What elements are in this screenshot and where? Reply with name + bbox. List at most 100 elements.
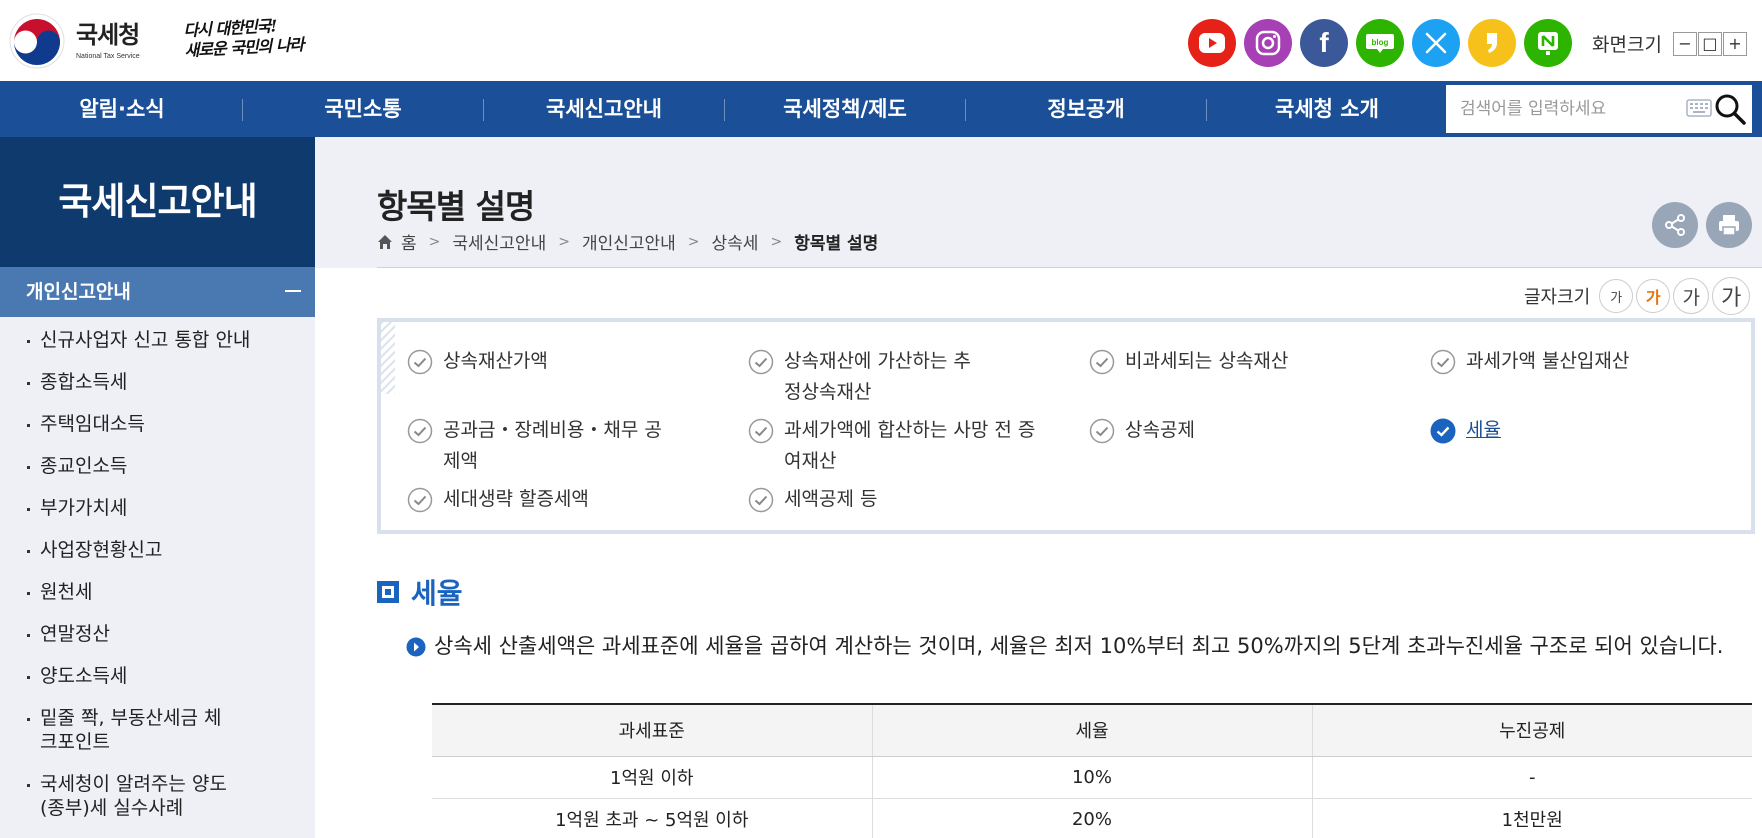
tab-funeral-debt-deduction[interactable]: 공과금・장례비용・채무 공제액 xyxy=(407,415,707,477)
tab-label: 상속재산가액 xyxy=(443,350,548,372)
sns-links: f blog xyxy=(1188,19,1580,67)
sidebar-item-capital-gains[interactable]: 양도소득세 xyxy=(0,664,315,688)
section-description: 상속세 산출세액은 과세표준에 세율을 곱하여 계산하는 것이며, 세율은 최저… xyxy=(406,631,1746,662)
tab-prior-gift-property[interactable]: 과세가액에 합산하는 사망 전 증여재산 xyxy=(748,415,1048,477)
gnb-item-communication[interactable]: 국민소통 xyxy=(243,81,483,137)
screen-size-control: 화면크기 − □ + xyxy=(1592,30,1747,57)
table-row: 1억원 초과 ~ 5억원 이하 20% 1천만원 xyxy=(432,798,1752,838)
sidebar-item-income-tax[interactable]: 종합소득세 xyxy=(0,370,315,394)
check-circle-icon xyxy=(748,487,774,513)
tab-inheritance-property-value[interactable]: 상속재산가액 xyxy=(407,346,707,377)
check-circle-icon xyxy=(748,349,774,375)
collapse-icon[interactable] xyxy=(285,290,301,292)
tab-tax-credit[interactable]: 세액공제 등 xyxy=(748,484,1048,515)
gnb-item-disclosure[interactable]: 정보공개 xyxy=(966,81,1206,137)
header-divider xyxy=(377,267,1762,268)
top-header: 국세청 National Tax Service 다시 대한민국! 새로운 국민… xyxy=(0,0,1762,81)
table-row: 1억원 이하 10% - xyxy=(432,756,1752,799)
sidebar-item-business-status[interactable]: 사업장현황신고 xyxy=(0,538,315,562)
zoom-reset-button[interactable]: □ xyxy=(1697,31,1722,56)
chevron-right-icon: > xyxy=(770,233,783,250)
virtual-keyboard-icon[interactable] xyxy=(1686,99,1712,117)
kakao-story-icon[interactable] xyxy=(1468,19,1516,67)
tab-presumed-inheritance-property[interactable]: 상속재산에 가산하는 추정상속재산 xyxy=(748,346,1048,408)
font-size-small-button[interactable]: 가 xyxy=(1599,279,1634,313)
sidebar-item-mistake-cases[interactable]: 국세청이 알려주는 양도(종부)세 실수사례 xyxy=(0,772,260,820)
description-text: 상속세 산출세액은 과세표준에 세율을 곱하여 계산하는 것이며, 세율은 최저… xyxy=(434,634,1724,658)
font-size-label: 글자크기 xyxy=(1524,287,1591,308)
print-button[interactable] xyxy=(1706,202,1752,248)
font-size-control: 글자크기 가 가 가 가 xyxy=(1524,277,1751,315)
sidebar-item-year-end[interactable]: 연말정산 xyxy=(0,622,315,646)
sidebar-category-personal[interactable]: 개인신고안내 xyxy=(0,267,315,317)
tab-label: 과세가액 불산입재산 xyxy=(1466,350,1630,372)
sidebar-item-religious-income[interactable]: 종교인소득 xyxy=(0,454,315,478)
tab-label: 상속공제 xyxy=(1125,419,1195,441)
tab-label: 공과금・장례비용・채무 공제액 xyxy=(443,419,662,472)
share-button[interactable] xyxy=(1652,202,1698,248)
breadcrumb-item[interactable]: 개인신고안내 xyxy=(582,229,676,254)
instagram-icon[interactable] xyxy=(1244,19,1292,67)
sidebar-item-real-estate-checkpoint[interactable]: 밑줄 쫙, 부동산세금 체크포인트 xyxy=(0,706,250,754)
gnb-item-tax-policy[interactable]: 국세정책/제도 xyxy=(725,81,965,137)
check-circle-icon xyxy=(407,418,433,444)
search-input[interactable] xyxy=(1446,85,1676,133)
table-cell: 1천만원 xyxy=(1312,798,1752,838)
taegeuk-logo-icon xyxy=(9,13,65,69)
naver-post-icon[interactable] xyxy=(1524,19,1572,67)
zoom-in-button[interactable]: + xyxy=(1722,31,1747,56)
logo[interactable]: 국세청 National Tax Service xyxy=(8,12,140,70)
check-circle-icon xyxy=(1089,418,1115,444)
section-title: 세율 xyxy=(411,577,463,610)
breadcrumb-home-label: 홈 xyxy=(401,234,417,254)
breadcrumb-current: 항목별 설명 xyxy=(794,234,879,254)
tab-label: 상속재산에 가산하는 추정상속재산 xyxy=(784,350,971,403)
check-circle-icon xyxy=(1089,349,1115,375)
check-circle-icon xyxy=(1430,349,1456,375)
font-size-large-button[interactable]: 가 xyxy=(1673,278,1710,314)
slogan: 다시 대한민국! 새로운 국민의 나라 xyxy=(183,15,304,61)
page-title: 항목별 설명 xyxy=(377,187,535,226)
column-header-tax-base: 과세표준 xyxy=(432,703,873,757)
tab-nontaxable-property[interactable]: 비과세되는 상속재산 xyxy=(1089,346,1389,377)
check-circle-icon xyxy=(407,349,433,375)
table-cell: 1억원 초과 ~ 5억원 이하 xyxy=(432,798,873,838)
section-heading: 세율 xyxy=(377,572,463,612)
logo-name: 국세청 xyxy=(76,20,140,49)
breadcrumb-home[interactable]: 홈 xyxy=(377,229,417,254)
sidebar-item-vat[interactable]: 부가가치세 xyxy=(0,496,315,520)
gnb-item-about[interactable]: 국세청 소개 xyxy=(1207,81,1447,137)
tab-tax-rate[interactable]: 세율 xyxy=(1430,415,1730,446)
search-box xyxy=(1446,85,1752,133)
item-tab-box: 상속재산가액 상속재산에 가산하는 추정상속재산 비과세되는 상속재산 과세가액… xyxy=(377,318,1755,534)
table-cell: - xyxy=(1312,756,1752,799)
share-icon xyxy=(1665,214,1685,236)
main-navigation: 알림·소식 국민소통 국세신고안내 국세정책/제도 정보공개 국세청 소개 xyxy=(0,81,1762,137)
tab-label: 세율 xyxy=(1466,419,1501,441)
search-icon[interactable] xyxy=(1712,91,1748,127)
tax-rate-table: 과세표준 세율 누진공제 1억원 이하 10% - 1억원 초과 ~ 5억원 이… xyxy=(432,703,1752,838)
facebook-icon[interactable]: f xyxy=(1300,19,1348,67)
sidebar-item-new-business[interactable]: 신규사업자 신고 통합 안내 xyxy=(0,328,315,352)
zoom-out-button[interactable]: − xyxy=(1672,31,1697,56)
gnb-item-news[interactable]: 알림·소식 xyxy=(2,81,242,137)
decorative-hatch xyxy=(381,322,395,394)
gnb-item-tax-filing[interactable]: 국세신고안내 xyxy=(484,81,724,137)
breadcrumb-item[interactable]: 상속세 xyxy=(712,229,759,254)
svg-text:blog: blog xyxy=(1372,38,1389,47)
square-bullet-icon xyxy=(377,581,399,603)
sidebar-item-withholding[interactable]: 원천세 xyxy=(0,580,315,604)
tab-inheritance-deduction[interactable]: 상속공제 xyxy=(1089,415,1389,446)
tab-generation-skip-surcharge[interactable]: 세대생략 할증세액 xyxy=(407,484,707,515)
font-size-xlarge-button[interactable]: 가 xyxy=(1712,277,1751,315)
sidebar: 국세신고안내 개인신고안내 신규사업자 신고 통합 안내 종합소득세 주택임대소… xyxy=(0,137,315,838)
x-icon[interactable] xyxy=(1412,19,1460,67)
breadcrumb-item[interactable]: 국세신고안내 xyxy=(452,229,546,254)
blog-icon[interactable]: blog xyxy=(1356,19,1404,67)
check-circle-icon xyxy=(748,418,774,444)
tab-label: 과세가액에 합산하는 사망 전 증여재산 xyxy=(784,419,1036,472)
youtube-icon[interactable] xyxy=(1188,19,1236,67)
tab-excluded-property[interactable]: 과세가액 불산입재산 xyxy=(1430,346,1730,377)
font-size-normal-button[interactable]: 가 xyxy=(1636,279,1671,313)
sidebar-item-rental-income[interactable]: 주택임대소득 xyxy=(0,412,315,436)
